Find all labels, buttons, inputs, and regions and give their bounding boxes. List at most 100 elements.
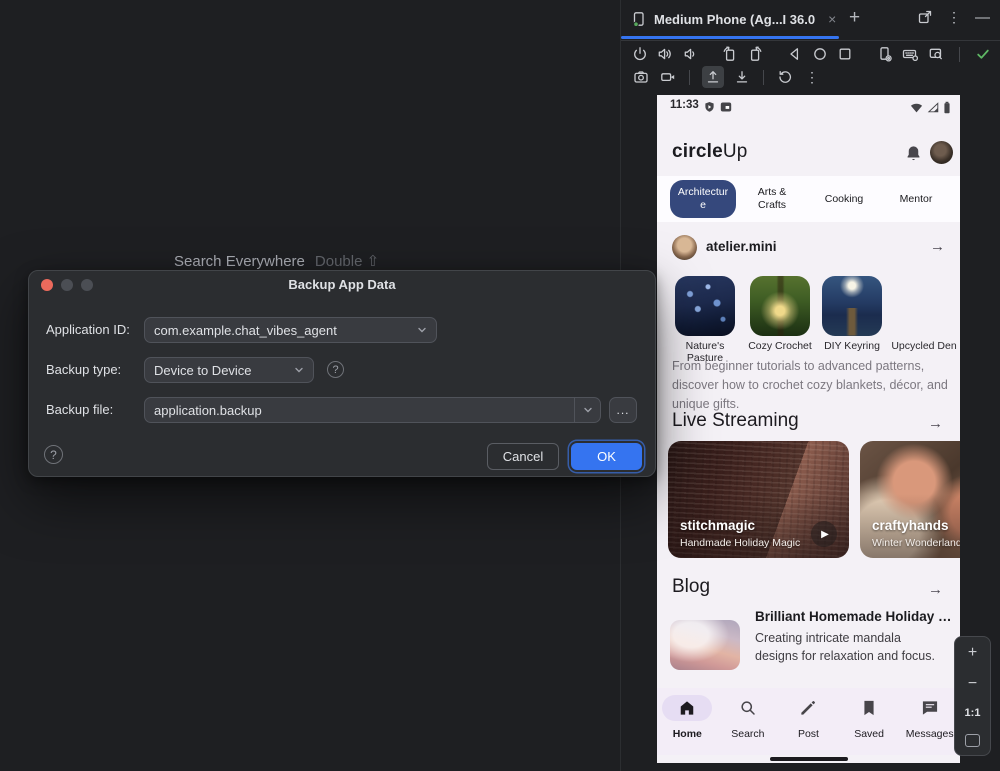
blog-post-thumbnail[interactable] — [670, 620, 740, 670]
creator-description: From beginner tutorials to advanced patt… — [672, 357, 948, 413]
creator-arrow-icon[interactable]: → — [930, 238, 945, 255]
dialog-help-icon[interactable]: ? — [44, 445, 63, 464]
creator-name: atelier.mini — [706, 239, 777, 254]
app-title-light: Up — [723, 141, 748, 162]
backup-app-data-button[interactable] — [702, 66, 724, 88]
chat-icon — [920, 698, 940, 723]
run-check-icon — [974, 45, 992, 63]
application-id-label: Application ID: — [46, 317, 130, 343]
backup-file-combobox[interactable]: application.backup — [144, 397, 601, 423]
blog-arrow-icon[interactable]: → — [928, 581, 943, 598]
post-thumbnail-natures-pasture[interactable] — [675, 276, 735, 336]
gesture-handle[interactable] — [770, 757, 848, 761]
toolbar-separator — [763, 70, 764, 85]
live-card-subtitle: Handmade Holiday Magic — [680, 537, 800, 549]
profile-avatar[interactable] — [930, 141, 953, 164]
notifications-bell-icon[interactable] — [904, 144, 923, 168]
search-everywhere-label: Search Everywhere — [174, 253, 305, 270]
thumb-label: Upcycled Den — [888, 340, 960, 352]
blog-post-title[interactable]: Brilliant Homemade Holiday … — [755, 609, 951, 624]
cancel-button[interactable]: Cancel — [487, 443, 559, 470]
backup-type-help-icon[interactable]: ? — [327, 361, 344, 378]
device-settings-button[interactable] — [877, 45, 893, 63]
bookmark-icon — [859, 698, 879, 723]
search-everywhere-hint: Search EverywhereDouble ⇧ — [174, 252, 379, 270]
blog-heading: Blog — [672, 576, 710, 598]
live-card-stitchmagic[interactable]: stitchmagic Handmade Holiday Magic ▶ — [668, 441, 849, 558]
toolbar-separator — [689, 70, 690, 85]
open-in-window-icon[interactable] — [917, 9, 933, 25]
app-title: circleUp — [672, 141, 748, 163]
blog-post-excerpt: Creating intricate mandala designs for r… — [755, 629, 945, 665]
screen-search-button[interactable] — [927, 45, 945, 63]
dialog-title: Backup App Data — [29, 277, 655, 292]
tab-cooking[interactable]: Cooking — [808, 180, 880, 218]
tab-architecture[interactable]: Architecture — [670, 180, 736, 218]
search-icon — [738, 698, 758, 723]
hide-panel-icon[interactable]: — — [975, 10, 990, 25]
vpn-shield-icon — [704, 101, 715, 113]
snapshots-button[interactable] — [776, 68, 794, 86]
nav-saved[interactable]: Saved — [839, 688, 900, 755]
play-icon[interactable]: ▶ — [811, 521, 837, 547]
new-tab-icon[interactable]: + — [849, 7, 860, 29]
application-id-combobox[interactable]: com.example.chat_vibes_agent — [144, 317, 437, 343]
battery-icon — [943, 101, 951, 114]
backup-file-label: Backup file: — [46, 397, 113, 423]
chevron-down-icon[interactable] — [574, 398, 600, 422]
backup-type-combobox[interactable]: Device to Device — [144, 357, 314, 383]
nav-post[interactable]: Post — [778, 688, 839, 755]
bottom-navigation: Home Search Post Saved Messages — [657, 688, 960, 755]
live-card-craftyhands[interactable]: craftyhands Winter Wonderland — [860, 441, 960, 558]
rotate-left-button[interactable] — [722, 45, 738, 63]
zoom-ratio-button[interactable]: 1:1 — [965, 707, 981, 719]
browse-file-button[interactable]: ... — [609, 397, 637, 423]
backup-app-data-dialog: Backup App Data Application ID: com.exam… — [28, 270, 656, 477]
chevron-down-icon — [293, 364, 305, 376]
fit-to-window-icon[interactable] — [965, 734, 980, 747]
nav-search[interactable]: Search — [718, 688, 779, 755]
thumb-label: Cozy Crochet — [744, 340, 816, 352]
live-streaming-heading: Live Streaming — [672, 410, 799, 432]
tab-arts-crafts[interactable]: Arts & Crafts — [736, 180, 808, 218]
chevron-down-icon — [416, 324, 428, 336]
cell-signal-icon — [927, 102, 939, 113]
ok-button[interactable]: OK — [571, 443, 642, 470]
emulator-device-tab[interactable]: Medium Phone (Ag...I 36.0 × — [631, 0, 836, 38]
volume-up-button[interactable] — [657, 45, 673, 63]
overview-button[interactable] — [837, 45, 853, 63]
ide-window: Search EverywhereDouble ⇧ Medium Phone (… — [0, 0, 1000, 771]
post-thumbnail-cozy-crochet[interactable] — [750, 276, 810, 336]
tabbar-menu-icon[interactable]: ⋮ — [947, 10, 961, 24]
power-button[interactable] — [632, 45, 648, 63]
record-screen-button[interactable] — [659, 68, 677, 86]
pencil-icon — [798, 698, 818, 723]
emulator-toolbar-row1 — [632, 43, 988, 65]
status-time: 11:33 — [670, 99, 699, 111]
status-bar: 11:33 — [657, 95, 960, 117]
post-thumbnail-diy-keyring[interactable] — [822, 276, 882, 336]
wifi-icon — [910, 102, 923, 113]
screenshot-button[interactable] — [632, 68, 650, 86]
emulator-zoom-panel: + − 1:1 — [954, 636, 991, 756]
thumb-label: DIY Keyring — [816, 340, 888, 352]
backup-type-label: Backup type: — [46, 357, 121, 383]
close-tab-icon[interactable]: × — [828, 11, 836, 27]
rotate-right-button[interactable] — [747, 45, 763, 63]
back-button[interactable] — [787, 45, 803, 63]
zoom-out-button[interactable]: − — [968, 676, 977, 692]
tab-mentor[interactable]: Mentor — [880, 180, 952, 218]
live-streaming-arrow-icon[interactable]: → — [928, 415, 943, 432]
zoom-in-button[interactable]: + — [968, 645, 977, 661]
hardware-input-button[interactable] — [902, 45, 918, 63]
volume-down-button[interactable] — [682, 45, 698, 63]
creator-row[interactable]: atelier.mini → — [657, 234, 960, 264]
home-icon — [677, 698, 697, 723]
home-button[interactable] — [812, 45, 828, 63]
device-screen[interactable]: 11:33 circleUp Architecture Arts & Craft… — [657, 95, 960, 763]
restore-app-data-button[interactable] — [733, 68, 751, 86]
nav-messages[interactable]: Messages — [899, 688, 960, 755]
emulator-menu-icon[interactable]: ⋮ — [803, 68, 821, 86]
nav-home[interactable]: Home — [657, 688, 718, 755]
live-card-subtitle: Winter Wonderland — [872, 537, 960, 549]
